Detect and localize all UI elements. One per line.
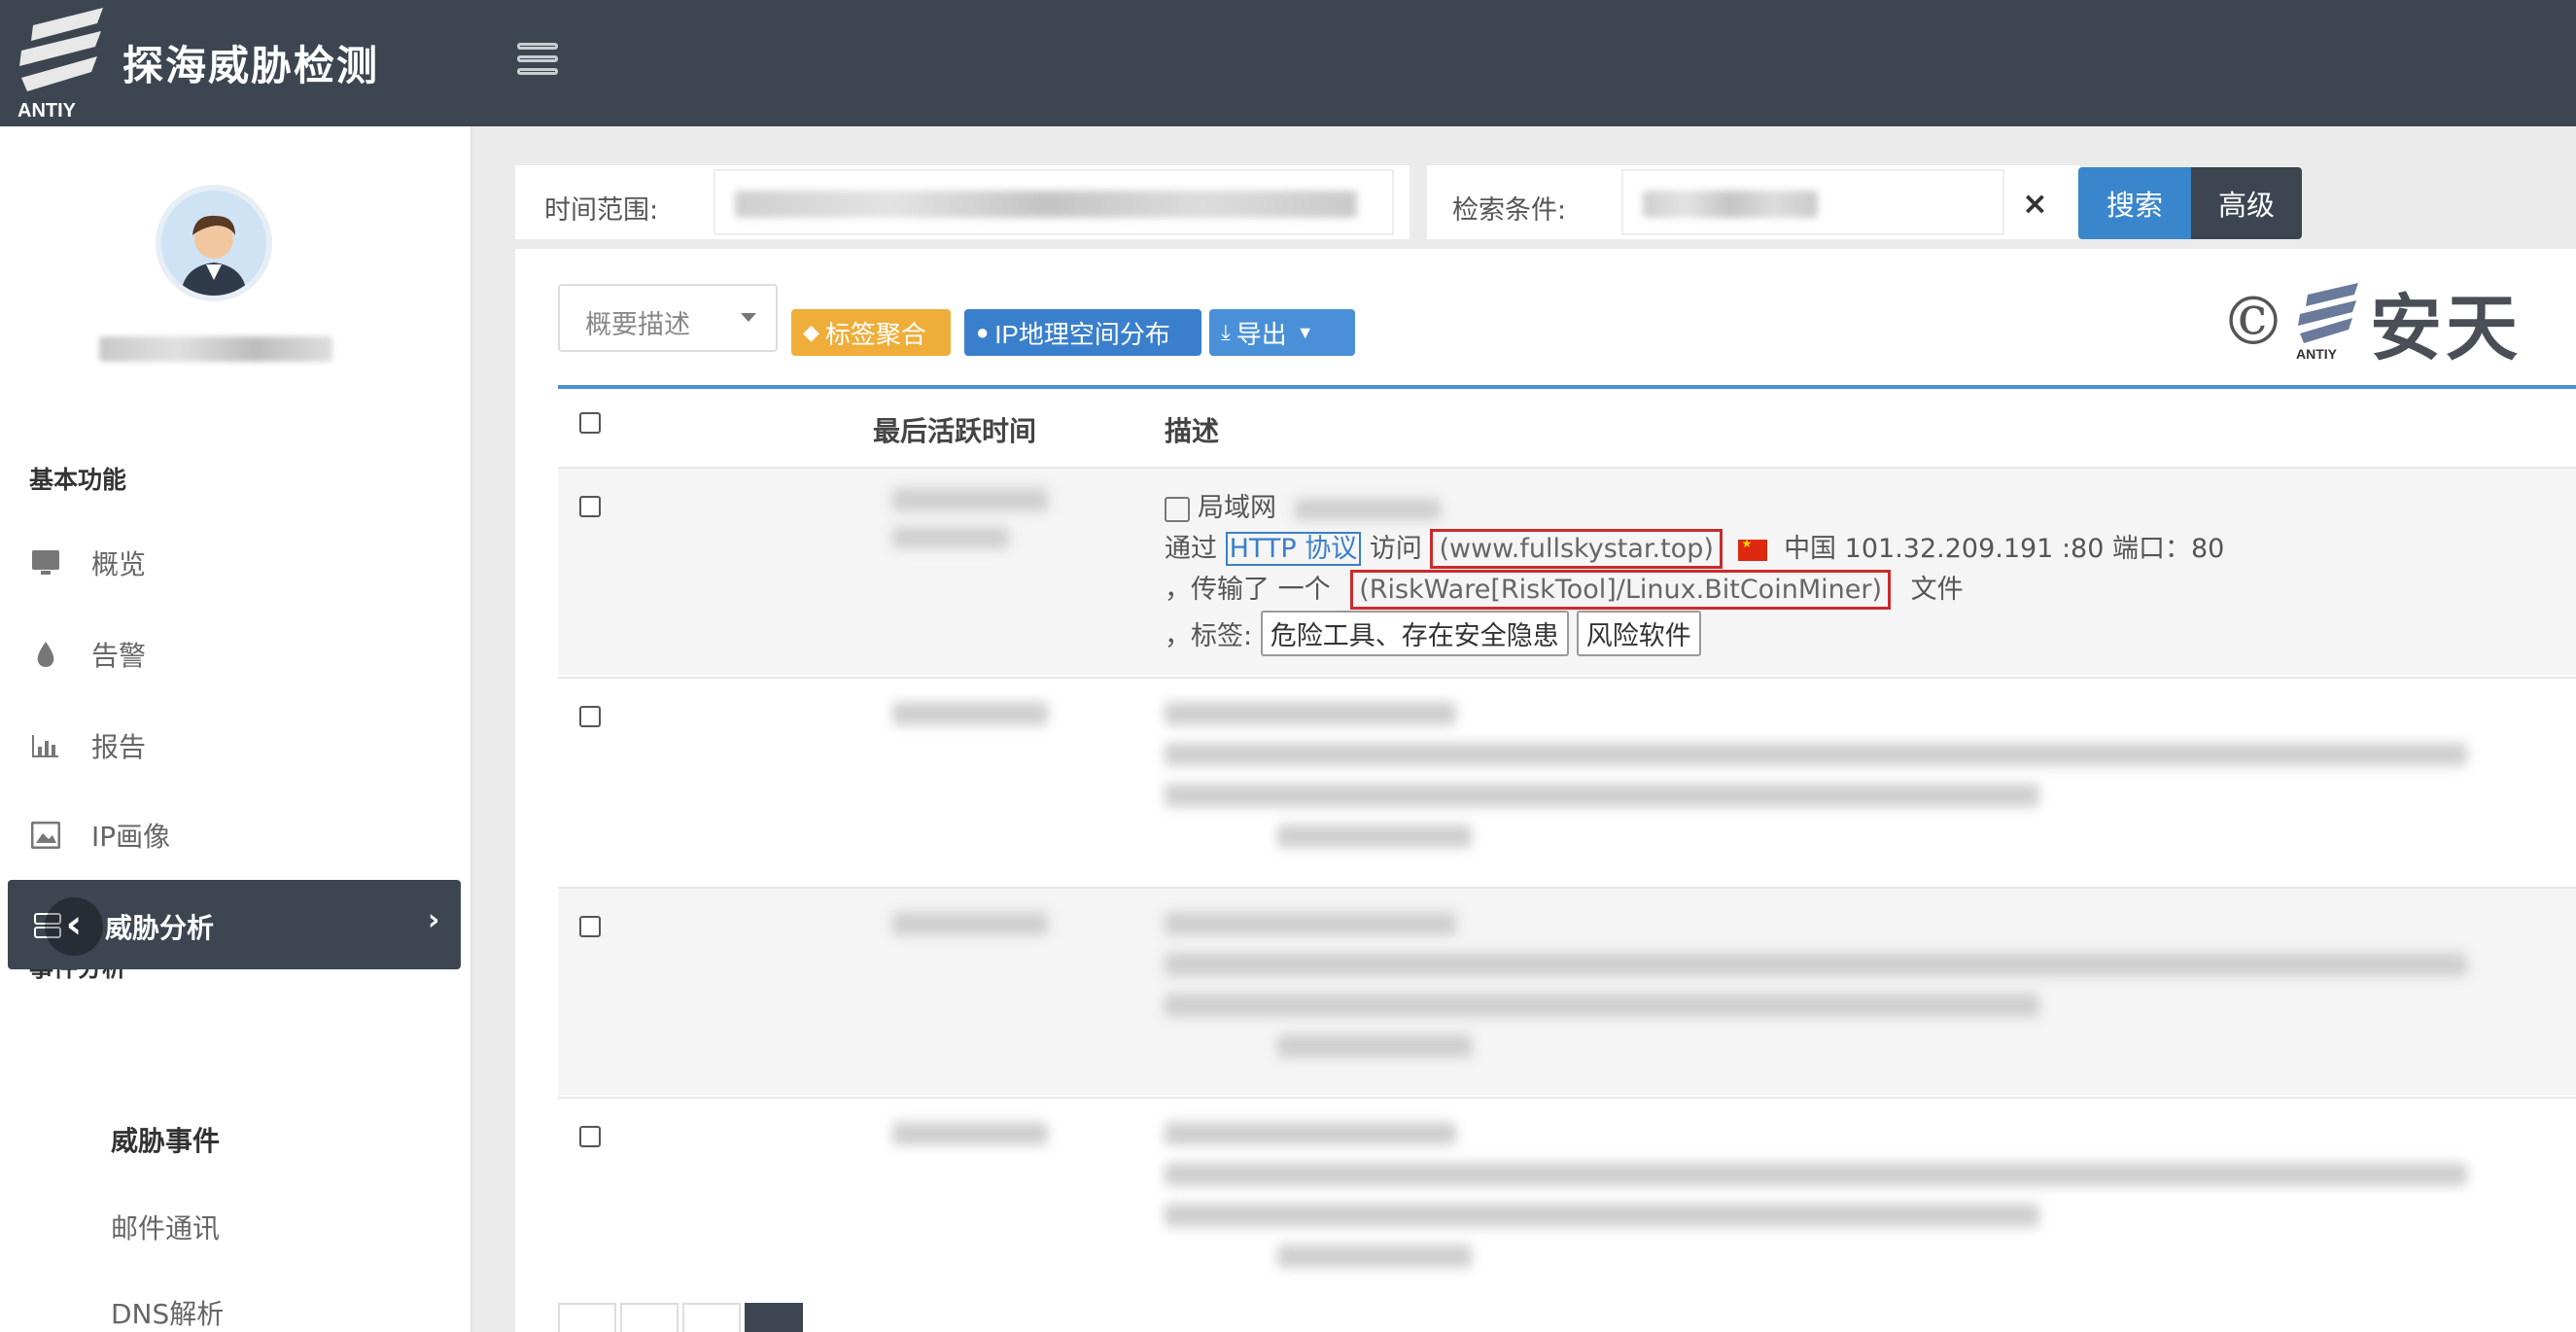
export-button[interactable]: ⤓ 导出 ▼ [1209,309,1355,356]
caret-down-icon [741,313,756,322]
desc-tags: ，标签: 危险工具、存在安全隐患 风险软件 [1165,611,1709,656]
row-checkbox[interactable] [579,916,601,937]
tag-icon: ◆ [803,320,819,344]
svg-text:ANTIY: ANTIY [2296,346,2338,362]
country-text: 中国 [1784,534,1837,564]
protocol-link[interactable]: HTTP 协议 [1225,532,1362,566]
sub-item-dns[interactable]: DNS解析 [111,1293,224,1332]
menu-toggle-icon[interactable] [517,43,558,82]
ip-geo-button[interactable]: ● IP地理空间分布 [964,309,1201,356]
host-redacted [1294,498,1441,520]
page-button-active[interactable] [745,1303,803,1332]
page-button[interactable] [682,1303,741,1332]
tag-chip[interactable]: 危险工具、存在安全隐患 [1260,611,1569,656]
sidebar-item-label: 概览 [91,548,147,580]
column-header-description: 描述 [1165,415,1220,447]
results-panel: 概要描述 ◆ 标签聚合 ● IP地理空间分布 ⤓ 导出 ▼ 最后活跃时间 描述 … [515,249,2576,1332]
globe-icon: ● [976,320,990,344]
sidebar-item-label: IP画像 [91,821,171,853]
antiy-logo: ANTIY [17,8,103,121]
monitor-icon [29,546,62,579]
china-flag-icon [1738,537,1768,561]
app-title: 探海威胁检测 [122,42,380,89]
sidebar-item-label: 威胁分析 [105,912,215,944]
timestamp-redacted [892,527,1009,548]
text-file: 文件 [1910,575,1964,605]
ip-geo-label: IP地理空间分布 [994,319,1170,349]
table-row[interactable] [558,1097,2576,1305]
table-row[interactable] [558,677,2576,885]
row-checkbox[interactable] [579,496,601,517]
domain-highlight[interactable]: (www.fullskystar.top) [1430,529,1723,569]
malware-highlight[interactable]: (RiskWare[RiskTool]/Linux.BitCoinMiner) [1350,570,1891,610]
pagination [558,1303,807,1332]
copyright-symbol: © [2220,283,2286,361]
row-checkbox[interactable] [579,706,601,727]
page-button[interactable] [558,1303,616,1332]
sub-item-threat-events[interactable]: 威胁事件 [111,1120,220,1159]
clear-icon[interactable]: × [2022,185,2048,222]
search-button[interactable]: 搜索 [2078,167,2191,239]
tag-aggregate-button[interactable]: ◆ 标签聚合 [791,309,951,356]
sub-item-mail[interactable]: 邮件通讯 [111,1208,220,1246]
top-header: ANTIY 探海威胁检测 [0,0,2576,126]
user-avatar-icon [161,191,266,296]
time-range-input[interactable] [714,169,1394,235]
section-title-basic: 基本功能 [29,466,127,494]
table-top-rule [558,385,2576,389]
sidebar-item-overview[interactable]: 概览 [29,539,437,587]
timestamp-redacted [892,488,1048,511]
desc-line-2: ，传输了 一个 (RiskWare[RiskTool]/Linux.BitCoi… [1165,568,1964,610]
view-mode-value: 概要描述 [585,310,690,340]
source-label: 局域网 [1198,493,1276,523]
caret-down-icon: ▼ [1296,322,1314,342]
sidebar-item-alerts[interactable]: 告警 [29,630,437,679]
condition-input[interactable] [1621,169,2004,235]
chevron-right-icon: › [428,903,440,937]
tag-aggregate-label: 标签聚合 [824,319,926,349]
export-label: 导出 [1236,319,1287,349]
advanced-search-button[interactable]: 高级 [2191,167,2302,239]
alert-drop-icon [29,638,62,671]
text-transfer: ，传输了 一个 [1165,575,1331,605]
condition-label: 检索条件: [1452,195,1567,226]
text-via: 通过 [1165,534,1217,564]
sidebar-item-reports[interactable]: 报告 [29,721,437,770]
ip-port-text: 101.32.209.191 :80 端口：80 [1844,534,2225,564]
sidebar-item-label: 告警 [91,640,147,672]
chart-icon [29,729,62,762]
download-icon: ⤓ [1221,320,1231,344]
sidebar: 基本功能 概览 告警 报告 IP画像 事件分析 [0,126,472,1332]
table-row[interactable]: 局域网 通过 HTTP 协议 访问 (www.fullskystar.top) … [558,467,2576,675]
image-icon [29,819,62,852]
column-header-last-active: 最后活跃时间 [873,415,1037,447]
page-button[interactable] [620,1303,679,1332]
time-range-panel: 时间范围: [515,165,1410,239]
svg-text:ANTIY: ANTIY [17,100,77,121]
sidebar-item-label: 报告 [91,731,147,763]
view-mode-select[interactable]: 概要描述 [558,284,778,352]
tag-chip[interactable]: 风险软件 [1576,611,1701,656]
sidebar-item-threat-analysis[interactable]: ‹ 威胁分析 › [8,880,461,969]
watermark-name: 安天 [2370,286,2522,370]
username-redacted [99,336,332,362]
desc-line-1: 通过 HTTP 协议 访问 (www.fullskystar.top) 中国 1… [1165,527,2225,569]
select-all-checkbox[interactable] [579,412,601,434]
avatar[interactable] [156,185,272,301]
antiy-logo: ANTIY [2296,283,2358,362]
row-checkbox[interactable] [579,1126,601,1147]
desc-source: 局域网 [1165,486,1441,524]
lan-icon [1165,496,1190,522]
back-arrow-icon[interactable]: ‹ [45,897,103,956]
sidebar-item-ip-profile[interactable]: IP画像 [29,811,437,859]
time-range-label: 时间范围: [544,195,659,226]
copyright-watermark: © ANTIY 安天 [2220,278,2551,370]
tags-label: ，标签: [1165,621,1253,651]
text-visit: 访问 [1369,534,1422,564]
table-row[interactable] [558,887,2576,1095]
condition-panel: 检索条件: [1427,165,2080,239]
